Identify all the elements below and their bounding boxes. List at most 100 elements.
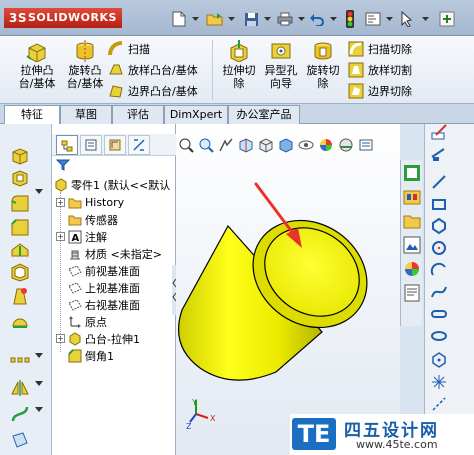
tree-item-annotations[interactable]: + A 注解 [56, 228, 107, 245]
tree-item-sensors[interactable]: 传感器 [68, 211, 118, 228]
tree-item-top-plane[interactable]: 上视基准面 [68, 279, 140, 296]
loft-cut-label: 放样切割 [368, 64, 412, 77]
tree-item-material[interactable]: 材质 <未指定> [68, 245, 162, 262]
line-icon[interactable] [429, 172, 449, 192]
appearances-scenes-icon[interactable] [403, 260, 421, 278]
chevron-down-icon[interactable] [226, 8, 236, 30]
chevron-down-icon[interactable] [190, 8, 200, 30]
chevron-down-icon[interactable] [34, 186, 44, 196]
curves-icon[interactable] [10, 404, 30, 424]
loft-cut-button[interactable]: 放样切割 [348, 61, 412, 79]
configuration-manager-icon [109, 139, 121, 151]
chevron-down-icon[interactable] [296, 8, 306, 30]
chevron-down-icon[interactable] [262, 8, 272, 30]
draft-icon[interactable] [10, 286, 30, 306]
design-library-icon[interactable] [403, 188, 421, 206]
point-icon[interactable] [429, 372, 449, 392]
dome-icon[interactable] [10, 310, 30, 330]
model-view[interactable] [176, 124, 400, 455]
extrude-boss-label: 拉伸凸 台/基体 [18, 64, 56, 90]
chamfer-icon [68, 348, 82, 363]
tab-dimxpert[interactable]: DimXpert [164, 105, 228, 124]
tree-item-chamfer1[interactable]: 倒角1 [68, 347, 114, 364]
print-icon[interactable] [274, 8, 296, 30]
file-explorer-icon[interactable] [403, 212, 421, 230]
feature-manager-panel: 零件1 (默认<<默认 + History 传感器 + A 注解 材质 <未指定… [52, 124, 176, 455]
slot-icon[interactable] [429, 304, 449, 324]
tree-item-history[interactable]: + History [56, 194, 124, 211]
circle-icon[interactable] [429, 238, 449, 258]
polygon-point-icon[interactable] [429, 350, 449, 370]
tab-evaluate[interactable]: 评估 [112, 105, 164, 124]
sweep-cut-button[interactable]: 扫描切除 [348, 40, 412, 58]
ellipse-icon[interactable] [429, 326, 449, 346]
graphics-area[interactable]: Y X Z [176, 124, 400, 455]
tree-item-right-plane[interactable]: 右视基准面 [68, 296, 140, 313]
polygon-icon[interactable] [429, 216, 449, 236]
select-icon[interactable] [396, 8, 418, 30]
chevron-down-icon[interactable] [384, 8, 394, 30]
revolve-cut-button[interactable]: 旋转切 除 [298, 40, 348, 90]
mirror-icon[interactable] [10, 378, 30, 398]
custom-properties-icon[interactable] [403, 284, 421, 302]
expand-icon[interactable]: + [56, 334, 65, 343]
extrude-boss-icon [68, 331, 82, 346]
revolve-boss-label: 旋转凸 台/基体 [66, 64, 104, 90]
cylinder-body[interactable] [178, 199, 388, 381]
rectangle-icon[interactable] [429, 194, 449, 214]
tree-root-part[interactable]: 零件1 (默认<<默认 [54, 176, 170, 193]
boundary-boss-button[interactable]: 边界凸台/基体 [108, 82, 198, 100]
boundary-cut-button[interactable]: 边界切除 [348, 82, 412, 100]
new-document-icon[interactable] [168, 8, 190, 30]
sensor-folder-icon [68, 213, 82, 227]
options-icon[interactable] [362, 8, 384, 30]
view-palette-icon[interactable] [403, 236, 421, 254]
chevron-down-icon[interactable] [328, 8, 338, 30]
sketch-icon[interactable] [429, 122, 449, 142]
smart-dimension-icon[interactable] [429, 144, 449, 164]
undo-icon[interactable] [306, 8, 328, 30]
expand-icon[interactable]: + [56, 198, 65, 207]
linear-pattern-icon[interactable] [10, 350, 30, 370]
shell-icon[interactable] [10, 262, 30, 282]
spline-icon[interactable] [429, 282, 449, 302]
loft-boss-button[interactable]: 放样凸台/基体 [108, 61, 198, 79]
extrude-boss-icon[interactable] [10, 146, 30, 166]
fillet-icon[interactable] [10, 194, 30, 214]
tab-office-products[interactable]: 办公室产品 [228, 105, 300, 124]
rebuild-icon[interactable] [436, 8, 458, 30]
arc-icon[interactable] [429, 260, 449, 280]
save-icon[interactable] [240, 8, 262, 30]
tree-item-front-plane[interactable]: 前视基准面 [68, 262, 140, 279]
chevron-down-icon[interactable] [34, 350, 44, 360]
chevron-down-icon[interactable] [34, 404, 44, 414]
tab-sketch[interactable]: 草图 [60, 105, 112, 124]
property-manager-tab[interactable] [80, 135, 102, 155]
tree-root-label: 零件1 (默认<<默认 [71, 178, 171, 192]
extrude-cut-icon[interactable] [10, 168, 30, 188]
sweep-button[interactable]: 扫描 [108, 40, 150, 58]
expand-icon[interactable]: + [56, 232, 65, 241]
configuration-manager-tab[interactable] [104, 135, 126, 155]
feature-tree-tab[interactable] [56, 135, 78, 155]
tab-features[interactable]: 特征 [4, 105, 60, 125]
reference-geometry-icon[interactable] [10, 430, 30, 450]
rebuild-traffic-light-icon[interactable] [340, 8, 360, 30]
centerline-icon[interactable] [429, 394, 449, 414]
chevron-down-icon[interactable] [34, 378, 44, 388]
open-folder-icon[interactable] [204, 8, 226, 30]
extrude-boss-button[interactable]: 拉伸凸 台/基体 [12, 40, 62, 90]
chevron-down-icon[interactable] [420, 8, 430, 30]
right-sketch-toolbar [424, 124, 474, 455]
revolve-boss-icon [73, 40, 97, 62]
chamfer-icon[interactable] [10, 218, 30, 238]
tree-item-origin[interactable]: 原点 [68, 313, 107, 330]
dimxpert-manager-tab[interactable] [128, 135, 150, 155]
filter-icon[interactable] [55, 159, 71, 174]
tree-item-boss-extrude1[interactable]: + 凸台-拉伸1 [56, 330, 140, 347]
rib-icon[interactable] [10, 240, 30, 260]
solidworks-logo[interactable]: 3S SOLIDWORKS [4, 8, 122, 28]
revolve-boss-button[interactable]: 旋转凸 台/基体 [60, 40, 110, 90]
solidworks-resources-icon[interactable] [403, 164, 421, 182]
plane-icon [68, 264, 82, 278]
